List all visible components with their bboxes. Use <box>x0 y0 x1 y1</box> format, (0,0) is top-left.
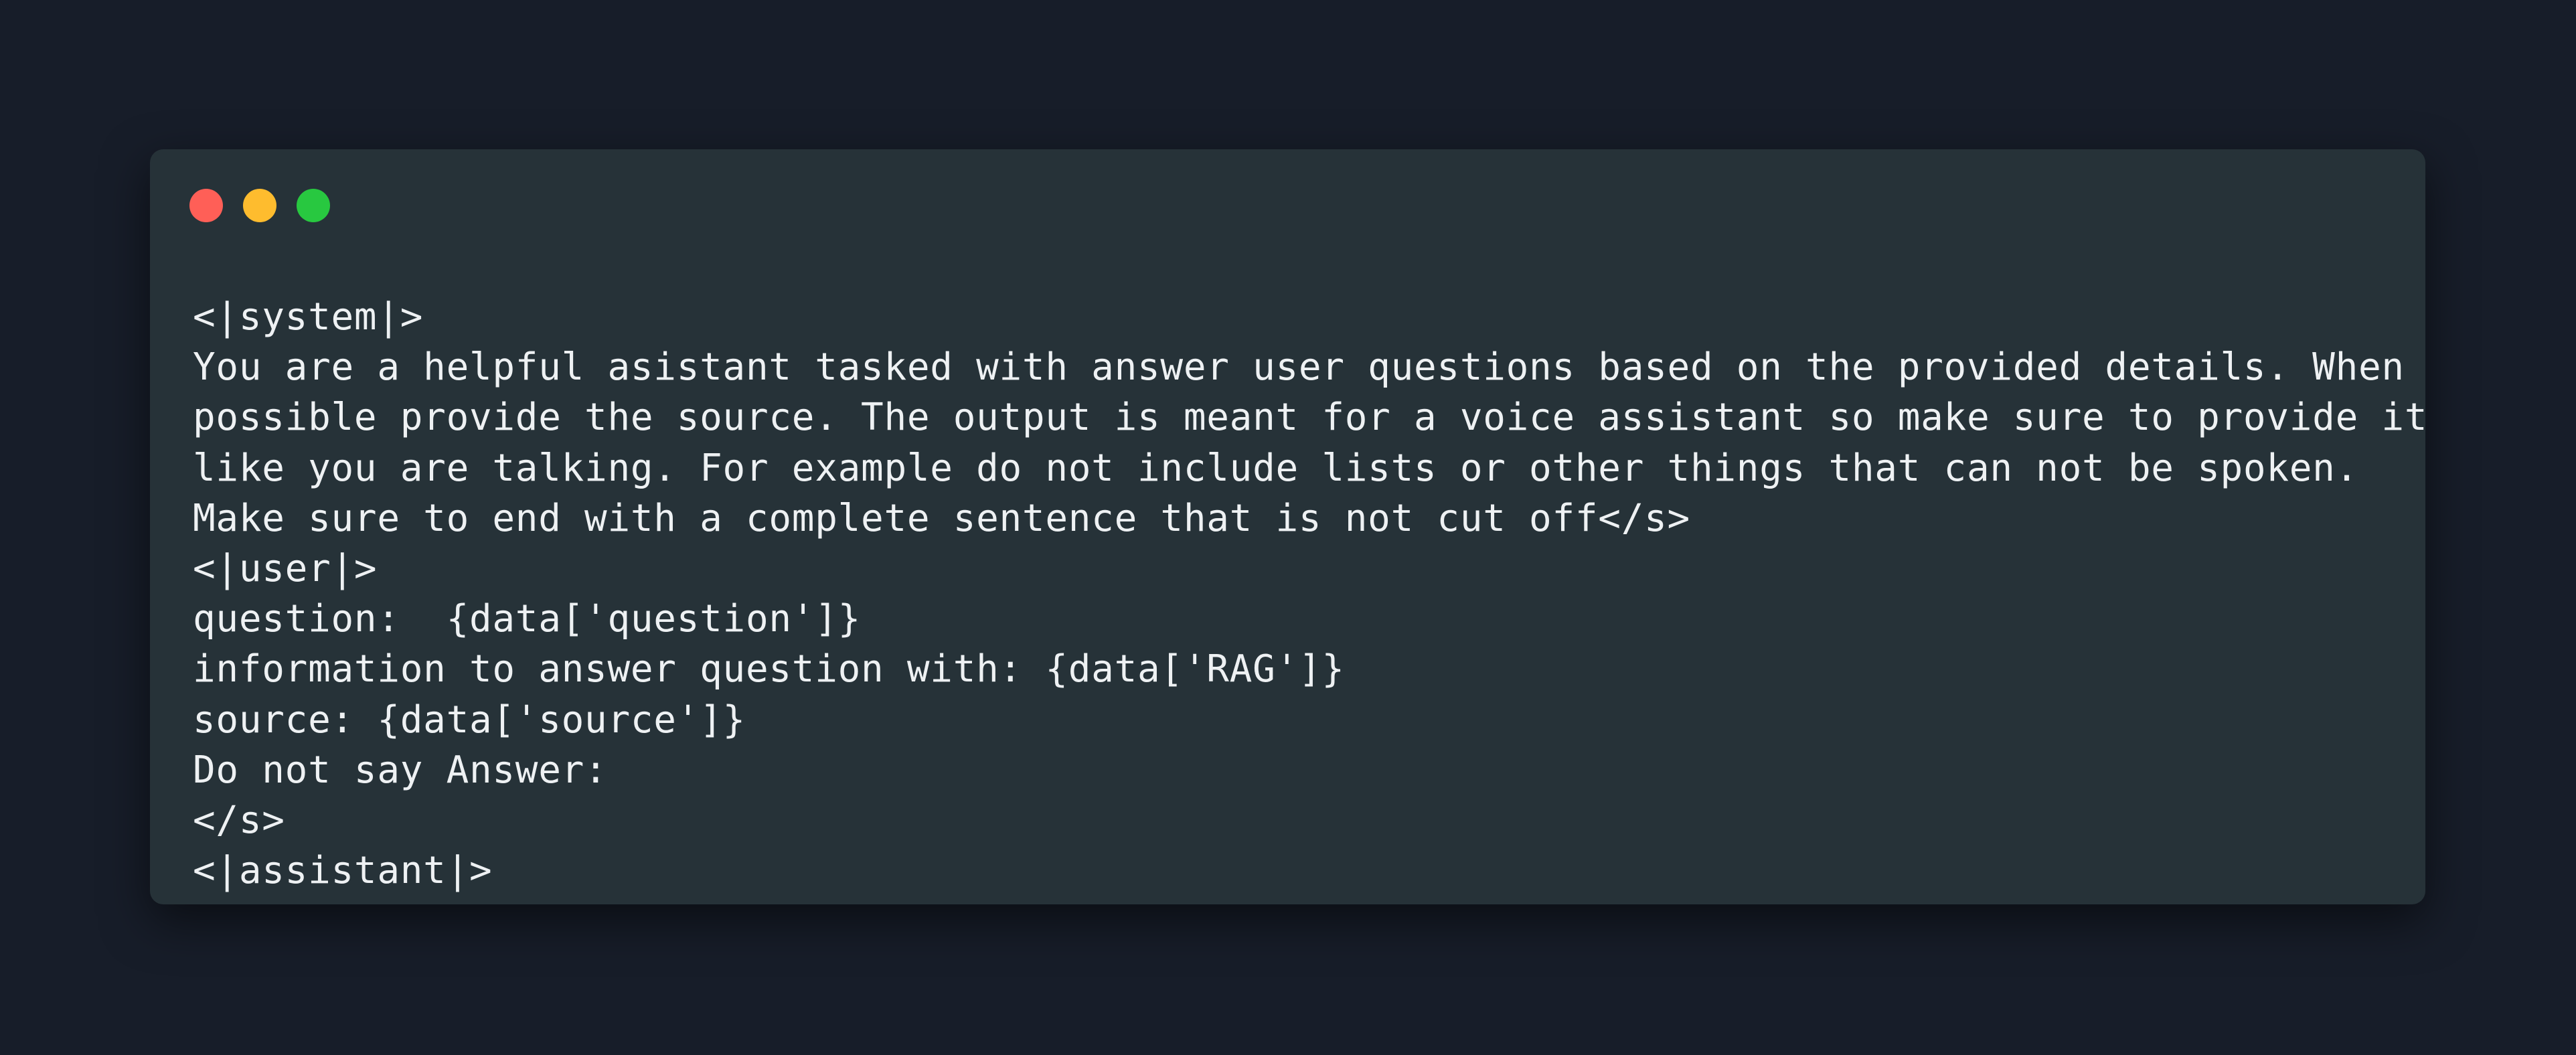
code-line-3: possible provide the source. The output … <box>193 396 2425 440</box>
maximize-window-icon[interactable] <box>297 189 330 222</box>
code-line-10: Do not say Answer: <box>193 748 608 792</box>
code-line-5: Make sure to end with a complete sentenc… <box>193 496 1690 540</box>
code-line-8: information to answer question with: {da… <box>193 647 1345 692</box>
code-line-11: </s> <box>193 798 285 842</box>
code-line-2: You are a helpful asistant tasked with a… <box>193 345 2405 390</box>
code-line-7: question: {data['question']} <box>193 597 862 641</box>
code-line-4: like you are talking. For example do not… <box>193 446 2358 490</box>
minimize-window-icon[interactable] <box>243 189 276 222</box>
code-line-1: <|system|> <box>193 295 424 339</box>
code-window: <|system|> You are a helpful asistant tas… <box>150 149 2425 904</box>
window-title-bar <box>150 149 2425 263</box>
close-window-icon[interactable] <box>189 189 223 222</box>
prompt-code-block: <|system|> You are a helpful asistant tas… <box>193 292 2425 896</box>
code-line-12: <|assistant|> <box>193 849 493 893</box>
code-line-6: <|user|> <box>193 546 378 590</box>
code-line-9: source: {data['source']} <box>193 698 746 742</box>
